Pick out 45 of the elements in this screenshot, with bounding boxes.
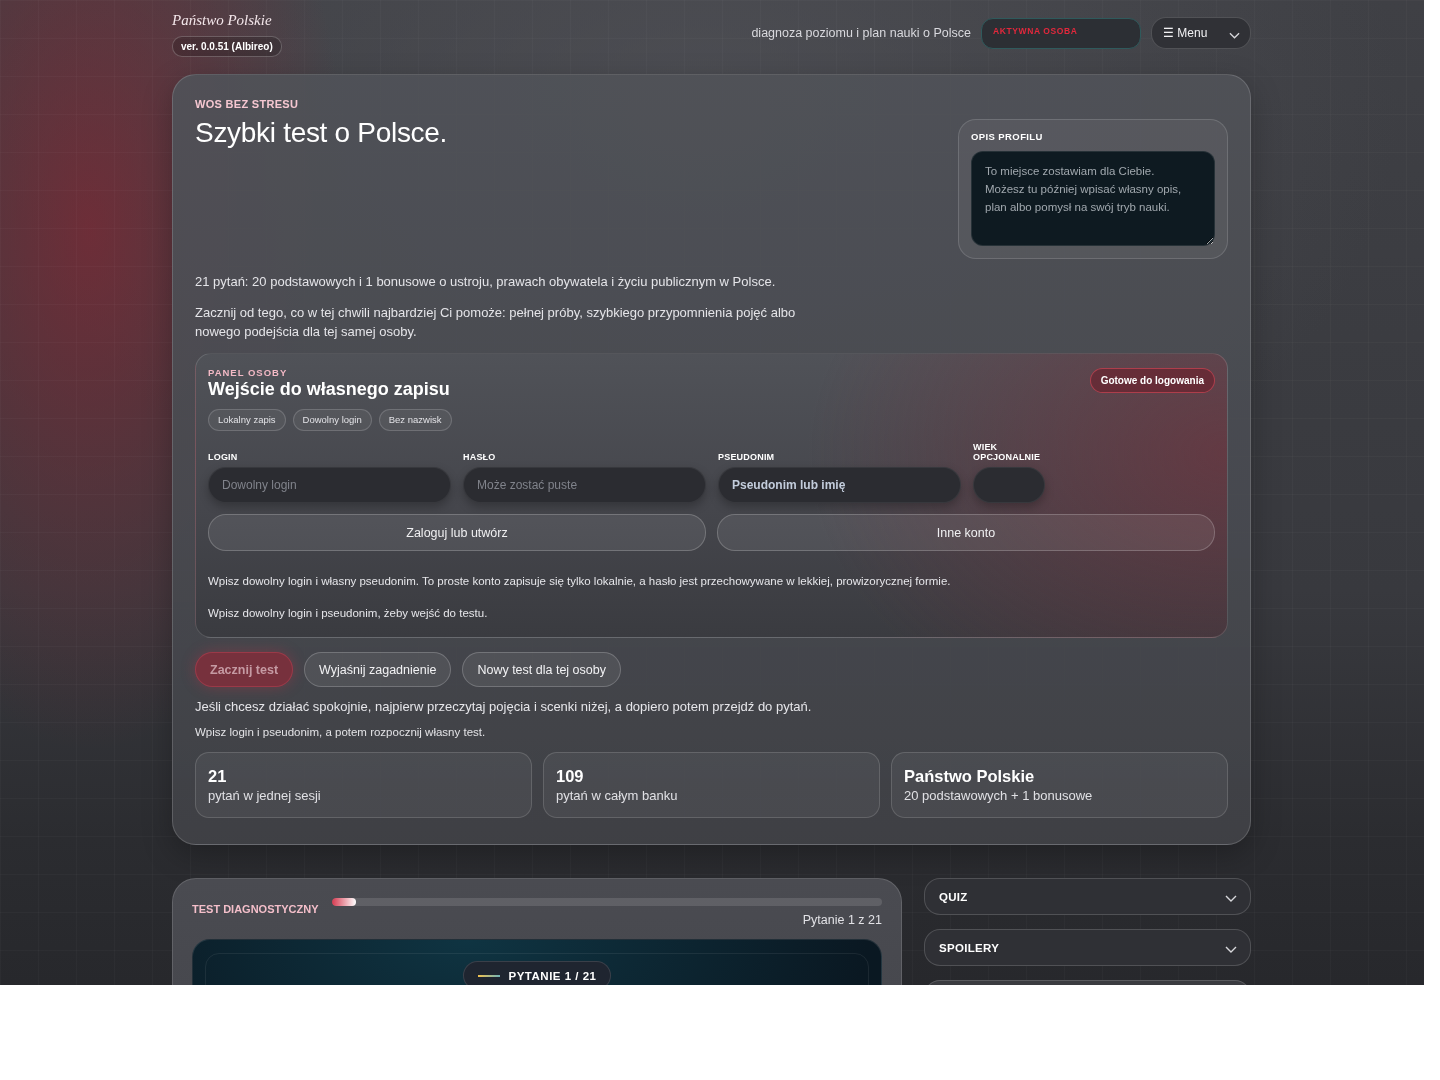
field-label: WIEK OPCJONALNIE: [973, 442, 1042, 462]
section-eyebrow: WOS BEZ STRESU: [195, 97, 299, 111]
action-button[interactable]: Wyjaśnij zagadnienie: [304, 652, 452, 687]
profile-label: OPIS PROFILU: [971, 131, 1044, 143]
version-badge: ver. 0.0.51 (Albireo): [172, 36, 282, 57]
stat-label: pytań w jednej sesji: [208, 787, 321, 804]
question-number: PYTANIE 1 / 21: [508, 969, 597, 982]
hint-text: Jeśli chcesz działać spokojnie, najpierw przeczytaj pojęcia i scenki niżej, a dopiero potem przejdź do pytań.: [195, 699, 813, 715]
tag-chip: Dowolny login: [292, 409, 372, 431]
input-field[interactable]: Dowolny login: [208, 467, 451, 503]
panel-title: Wejście do własnego zapisu: [208, 378, 450, 400]
intro-text: 21 pytań: 20 podstawowych i 1 bonusowe o ustroju, prawach obywatela i życiu publicznym w Polsce.: [195, 273, 777, 291]
chevron-icon: [1229, 31, 1240, 39]
input-field[interactable]: Pseudonim lub imię: [718, 467, 961, 503]
profile-textarea[interactable]: To miejsce zostawiam dla Ciebie. Możesz tu później wpisać własny opis, plan albo pomysł na swój tryb nauki.: [971, 151, 1215, 246]
tag-chip: Lokalny zapis: [208, 409, 286, 431]
accordion-header[interactable]: SPOILERY: [924, 929, 1251, 966]
accordion-header[interactable]: QUIZ: [924, 878, 1251, 915]
intro-text: Zacznij od tego, co w tej chwili najbardziej Ci pomoże: pełnej próby, szybkiego przypomnienia pojęć albo nowego podejścia dla tej samej osoby.: [195, 304, 797, 341]
stat-value: 109: [556, 766, 584, 786]
dash-icon: [477, 974, 500, 977]
field-label: LOGIN: [208, 452, 239, 462]
input-field[interactable]: [973, 467, 1045, 503]
field-label: PSEUDONIM: [718, 452, 776, 462]
help-text: Wpisz dowolny login i własny pseudonim. To proste konto zapisuje się tylko lokalnie, a hasło jest przechowywane w lekkiej, prowizorycznej formie.: [208, 574, 952, 589]
brand-title: Państwo Polskie: [172, 11, 272, 30]
question-counter: Pytanie 1 z 21: [802, 912, 882, 928]
form-button[interactable]: Zaloguj lub utwórz: [208, 514, 706, 551]
stat-label: pytań w całym banku: [556, 787, 678, 804]
field-label: HASŁO: [463, 452, 497, 462]
panel-eyebrow: PANEL OSOBY: [208, 367, 288, 378]
tagline-text: diagnoza poziomu i plan nauki o Polsce: [751, 26, 971, 40]
form-button[interactable]: Inne konto: [717, 514, 1215, 551]
input-field[interactable]: Może zostać puste: [463, 467, 706, 503]
stat-label: 20 podstawowych + 1 bonusowe: [904, 787, 1093, 804]
menu-button[interactable]: ☰ Menu: [1151, 17, 1251, 49]
help-text: Wpisz dowolny login i pseudonim, żeby wejść do testu.: [208, 606, 489, 621]
page-title: Szybki test o Polsce.: [195, 116, 448, 150]
stat-value: Państwo Polskie: [904, 766, 1035, 786]
action-button[interactable]: Nowy test dla tej osoby: [462, 652, 621, 687]
stat-value: 21: [208, 766, 227, 786]
section-label: TEST DIAGNOSTYCZNY: [192, 902, 319, 916]
hint-text: Wpisz login i pseudonim, a potem rozpocznij własny test.: [195, 725, 487, 739]
tag-chip: Bez nazwisk: [378, 409, 452, 431]
status-badge: Gotowe do logowania: [1089, 368, 1215, 393]
